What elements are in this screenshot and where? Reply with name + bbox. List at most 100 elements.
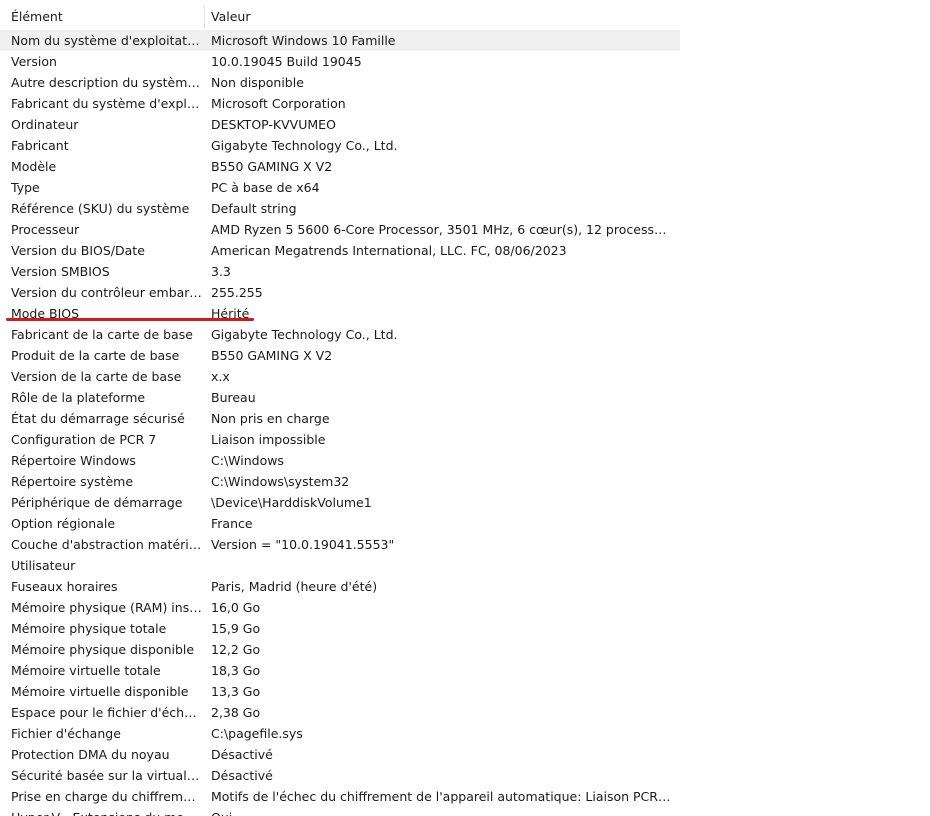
row-item-value: Non disponible — [211, 75, 304, 90]
table-row[interactable]: Option régionale France — [0, 513, 680, 534]
table-row[interactable]: Mémoire physique (RAM) instal... 16,0 Go — [0, 597, 680, 618]
row-item-name: Fichier d'échange — [11, 726, 121, 741]
row-item-name: État du démarrage sécurisé — [11, 411, 185, 426]
table-row[interactable]: Autre description du système d... Non dis… — [0, 72, 680, 93]
row-item-value: 10.0.19045 Build 19045 — [211, 54, 362, 69]
row-item-name: Fuseaux horaires — [11, 579, 118, 594]
row-item-name: Version de la carte de base — [11, 369, 182, 384]
row-item-value: American Megatrends International, LLC. … — [211, 243, 567, 258]
row-item-value: Default string — [211, 201, 297, 216]
row-item-value: 15,9 Go — [211, 621, 261, 636]
column-header-element[interactable]: Élément — [0, 5, 205, 29]
table-row[interactable]: Protection DMA du noyau Désactivé — [0, 744, 680, 765]
row-item-name: Répertoire système — [11, 474, 134, 489]
table-row[interactable]: Nom du système d'exploitation Microsoft W… — [0, 30, 680, 51]
row-item-name: Périphérique de démarrage — [11, 495, 183, 510]
row-item-value: DESKTOP-KVVUMEO — [211, 117, 336, 132]
table-row[interactable]: Prise en charge du chiffrement ... Motifs… — [0, 786, 680, 807]
row-item-value: 2,38 Go — [211, 705, 261, 720]
row-item-name: Type — [11, 180, 40, 195]
table-row[interactable]: Périphérique de démarrage \Device\Harddis… — [0, 492, 680, 513]
row-item-name: Mémoire physique (RAM) instal... — [11, 600, 202, 615]
row-item-name: Configuration de PCR 7 — [11, 432, 157, 447]
row-item-value: Liaison impossible — [211, 432, 326, 447]
table-row[interactable]: Version du contrôleur embarqué 255.255 — [0, 282, 680, 303]
table-row[interactable]: Ordinateur DESKTOP-KVVUMEO — [0, 114, 680, 135]
table-row[interactable]: Fichier d'échange C:\pagefile.sys — [0, 723, 680, 744]
table-row[interactable]: Version 10.0.19045 Build 19045 — [0, 51, 680, 72]
row-item-value: Gigabyte Technology Co., Ltd. — [211, 327, 398, 342]
row-item-name: Version du contrôleur embarqué — [11, 285, 202, 300]
red-annotation-underline — [6, 318, 254, 321]
row-item-name: Protection DMA du noyau — [11, 747, 170, 762]
row-item-name: Fabricant du système d'exploit... — [11, 96, 202, 111]
system-summary-listview[interactable]: Élément Valeur Nom du système d'exploita… — [0, 0, 680, 816]
list-rows: Nom du système d'exploitation Microsoft W… — [0, 30, 680, 816]
table-row[interactable]: État du démarrage sécurisé Non pris en ch… — [0, 408, 680, 429]
row-item-value: Motifs de l'échec du chiffrement de l'ap… — [211, 789, 674, 804]
table-row[interactable]: Processeur AMD Ryzen 5 5600 6-Core Proces… — [0, 219, 680, 240]
row-item-name: Rôle de la plateforme — [11, 390, 146, 405]
table-row[interactable]: Rôle de la plateforme Bureau — [0, 387, 680, 408]
table-row[interactable]: Couche d'abstraction matérielle Version =… — [0, 534, 680, 555]
row-item-value: Microsoft Corporation — [211, 96, 346, 111]
table-row[interactable]: Version de la carte de base x.x — [0, 366, 680, 387]
row-item-value: x.x — [211, 369, 230, 384]
row-item-value: 13,3 Go — [211, 684, 261, 699]
row-item-value: C:\pagefile.sys — [211, 726, 303, 741]
row-item-name: Version du BIOS/Date — [11, 243, 145, 258]
row-item-name: Référence (SKU) du système — [11, 201, 190, 216]
row-item-name: Nom du système d'exploitation — [11, 33, 202, 48]
row-item-name: Fabricant de la carte de base — [11, 327, 193, 342]
row-item-value: Oui — [211, 807, 674, 816]
row-item-value: 3.3 — [211, 264, 231, 279]
row-item-value: AMD Ryzen 5 5600 6-Core Processor, 3501 … — [211, 222, 674, 237]
row-item-name: Autre description du système d... — [11, 75, 202, 90]
row-item-value: Hérité — [211, 306, 250, 321]
row-item-value: Désactivé — [211, 768, 273, 783]
table-row[interactable]: Fuseaux horaires Paris, Madrid (heure d'é… — [0, 576, 680, 597]
row-item-value: 12,2 Go — [211, 642, 261, 657]
table-row[interactable]: Répertoire Windows C:\Windows — [0, 450, 680, 471]
row-item-name: Utilisateur — [11, 558, 76, 573]
row-item-value: Microsoft Windows 10 Famille — [211, 33, 396, 48]
table-row[interactable]: Mémoire virtuelle disponible 13,3 Go — [0, 681, 680, 702]
table-row[interactable]: Configuration de PCR 7 Liaison impossible — [0, 429, 680, 450]
row-item-value: 18,3 Go — [211, 663, 261, 678]
table-row[interactable]: Utilisateur — [0, 555, 680, 576]
table-row[interactable]: Modèle B550 GAMING X V2 — [0, 156, 680, 177]
table-row[interactable]: Référence (SKU) du système Default string — [0, 198, 680, 219]
table-row[interactable]: Mémoire physique totale 15,9 Go — [0, 618, 680, 639]
table-row[interactable]: Version SMBIOS 3.3 — [0, 261, 680, 282]
row-item-name: Espace pour le fichier d'échange — [11, 705, 202, 720]
row-item-value: Version = "10.0.19041.5553" — [211, 537, 395, 552]
row-item-name: Couche d'abstraction matérielle — [11, 537, 202, 552]
table-row[interactable]: Répertoire système C:\Windows\system32 — [0, 471, 680, 492]
table-row[interactable]: Type PC à base de x64 — [0, 177, 680, 198]
table-row[interactable]: Hyper-V - Extensions du mode ... Oui — [0, 807, 680, 816]
row-item-value: B550 GAMING X V2 — [211, 348, 333, 363]
row-item-name: Sécurité basée sur la virtualisati... — [11, 768, 202, 783]
row-item-name: Mémoire virtuelle totale — [11, 663, 161, 678]
row-item-value: Gigabyte Technology Co., Ltd. — [211, 138, 398, 153]
row-item-name: Produit de la carte de base — [11, 348, 180, 363]
row-item-value: \Device\HarddiskVolume1 — [211, 495, 372, 510]
row-item-name: Option régionale — [11, 516, 116, 531]
table-row[interactable]: Mémoire physique disponible 12,2 Go — [0, 639, 680, 660]
row-item-name: Répertoire Windows — [11, 453, 136, 468]
row-item-name: Mémoire physique disponible — [11, 642, 195, 657]
table-row[interactable]: Mémoire virtuelle totale 18,3 Go — [0, 660, 680, 681]
row-item-name: Processeur — [11, 222, 80, 237]
row-item-name: Fabricant — [11, 138, 69, 153]
column-header-value[interactable]: Valeur — [205, 5, 680, 29]
table-row[interactable]: Sécurité basée sur la virtualisati... Dés… — [0, 765, 680, 786]
table-row[interactable]: Produit de la carte de base B550 GAMING X… — [0, 345, 680, 366]
table-row[interactable]: Fabricant Gigabyte Technology Co., Ltd. — [0, 135, 680, 156]
table-row[interactable]: Espace pour le fichier d'échange 2,38 Go — [0, 702, 680, 723]
table-row[interactable]: Fabricant de la carte de base Gigabyte Te… — [0, 324, 680, 345]
table-row[interactable]: Fabricant du système d'exploit... Microso… — [0, 93, 680, 114]
row-item-value: PC à base de x64 — [211, 180, 320, 195]
table-row[interactable]: Version du BIOS/Date American Megatrends … — [0, 240, 680, 261]
row-item-value: C:\Windows — [211, 453, 284, 468]
row-item-name: Ordinateur — [11, 117, 79, 132]
